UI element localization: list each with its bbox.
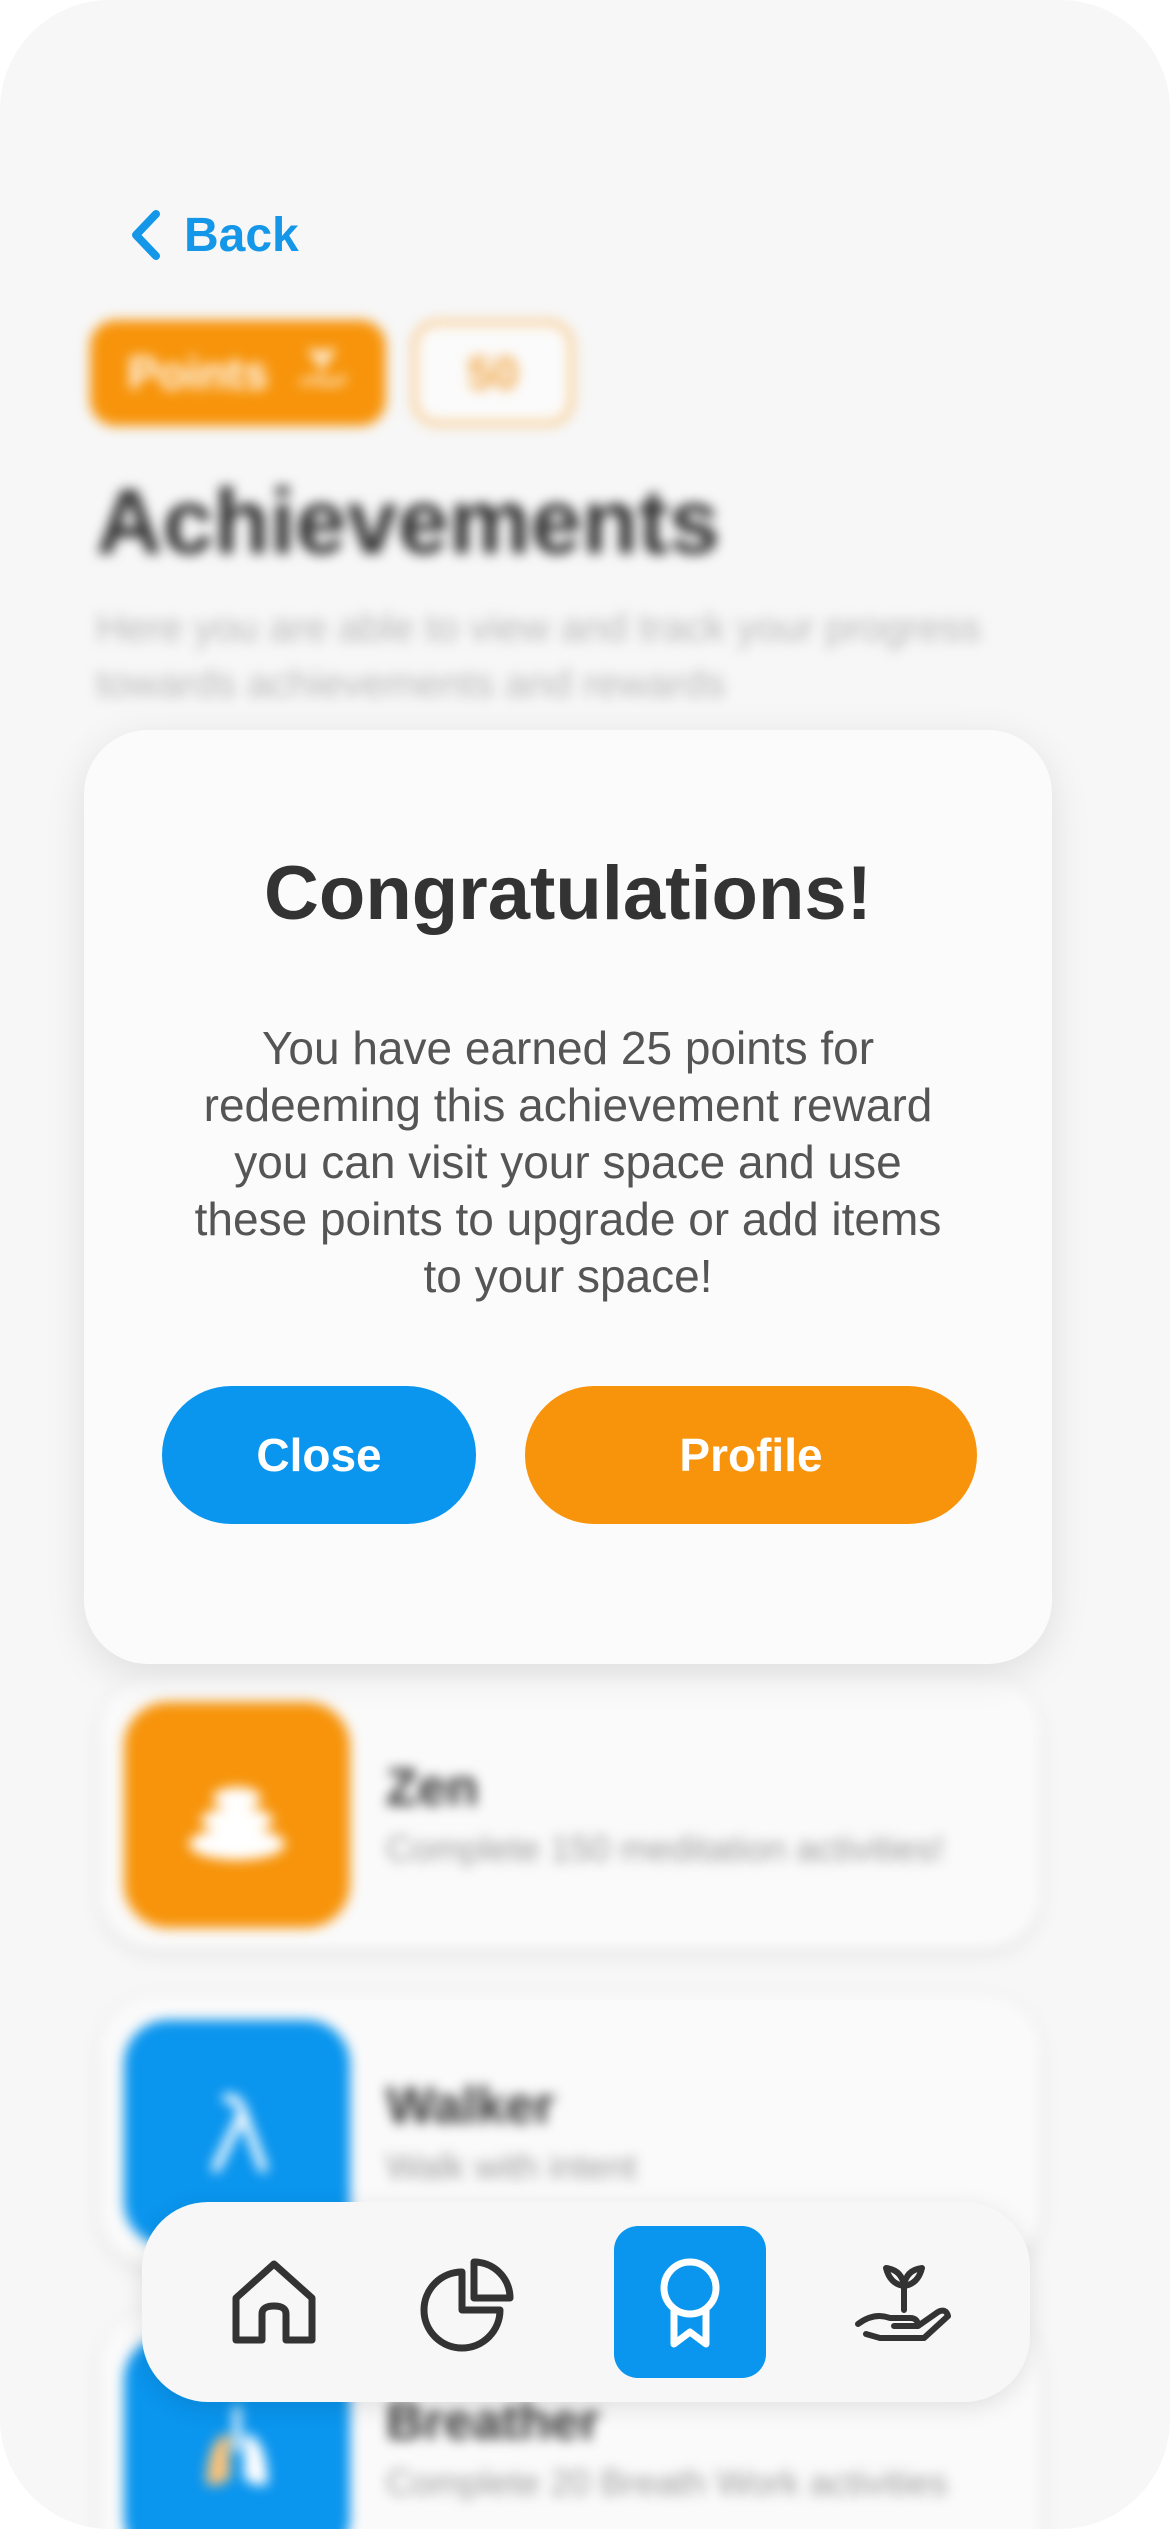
modal-title: Congratulations! bbox=[264, 851, 872, 936]
points-label: Points bbox=[127, 347, 269, 399]
bottom-nav bbox=[142, 2202, 1030, 2402]
back-label: Back bbox=[184, 208, 299, 262]
stones-icon bbox=[189, 1787, 285, 1860]
achievement-description: Walk with intent bbox=[386, 2146, 637, 2187]
nav-item-space[interactable] bbox=[826, 2226, 978, 2378]
plant-hand-icon bbox=[855, 2265, 951, 2341]
lungs-icon bbox=[206, 2405, 268, 2486]
close-button[interactable]: Close bbox=[162, 1386, 476, 1524]
congratulations-modal: Congratulations! You have earned 25 poin… bbox=[84, 730, 1052, 1664]
back-button[interactable]: Back bbox=[128, 200, 299, 270]
nav-item-home[interactable] bbox=[198, 2226, 350, 2378]
award-ribbon-icon bbox=[660, 2258, 720, 2348]
achievement-icon-tile bbox=[124, 1702, 350, 1928]
page-subtitle: Here you are able to view and track your… bbox=[96, 606, 981, 706]
pie-chart-icon bbox=[420, 2258, 514, 2352]
profile-button[interactable]: Profile bbox=[525, 1386, 977, 1524]
points-value: 50 bbox=[412, 320, 574, 426]
points-row: Points 50 bbox=[90, 320, 574, 426]
nav-item-achievements[interactable] bbox=[614, 2226, 766, 2378]
plant-hand-icon bbox=[300, 348, 347, 385]
home-icon bbox=[232, 2260, 316, 2344]
walker-icon bbox=[211, 2093, 268, 2173]
nav-item-stats[interactable] bbox=[392, 2226, 544, 2378]
chevron-left-icon bbox=[132, 210, 160, 260]
achievement-card[interactable]: Zen Complete 150 meditation activities! bbox=[100, 1678, 1040, 1948]
achievement-name: Zen bbox=[386, 1759, 479, 1817]
achievement-name: Walker bbox=[386, 2077, 555, 2135]
app-screen: Back Points 50 Achievements Here you are… bbox=[0, 0, 1170, 2529]
achievement-description: Complete 20 Breath Work activities bbox=[386, 2462, 948, 2503]
modal-message: You have earned 25 points for redeeming … bbox=[194, 1022, 942, 1302]
page-title: Achievements bbox=[96, 471, 720, 573]
points-badge[interactable]: Points bbox=[90, 320, 386, 426]
achievement-description: Complete 150 meditation activities! bbox=[386, 1828, 945, 1869]
